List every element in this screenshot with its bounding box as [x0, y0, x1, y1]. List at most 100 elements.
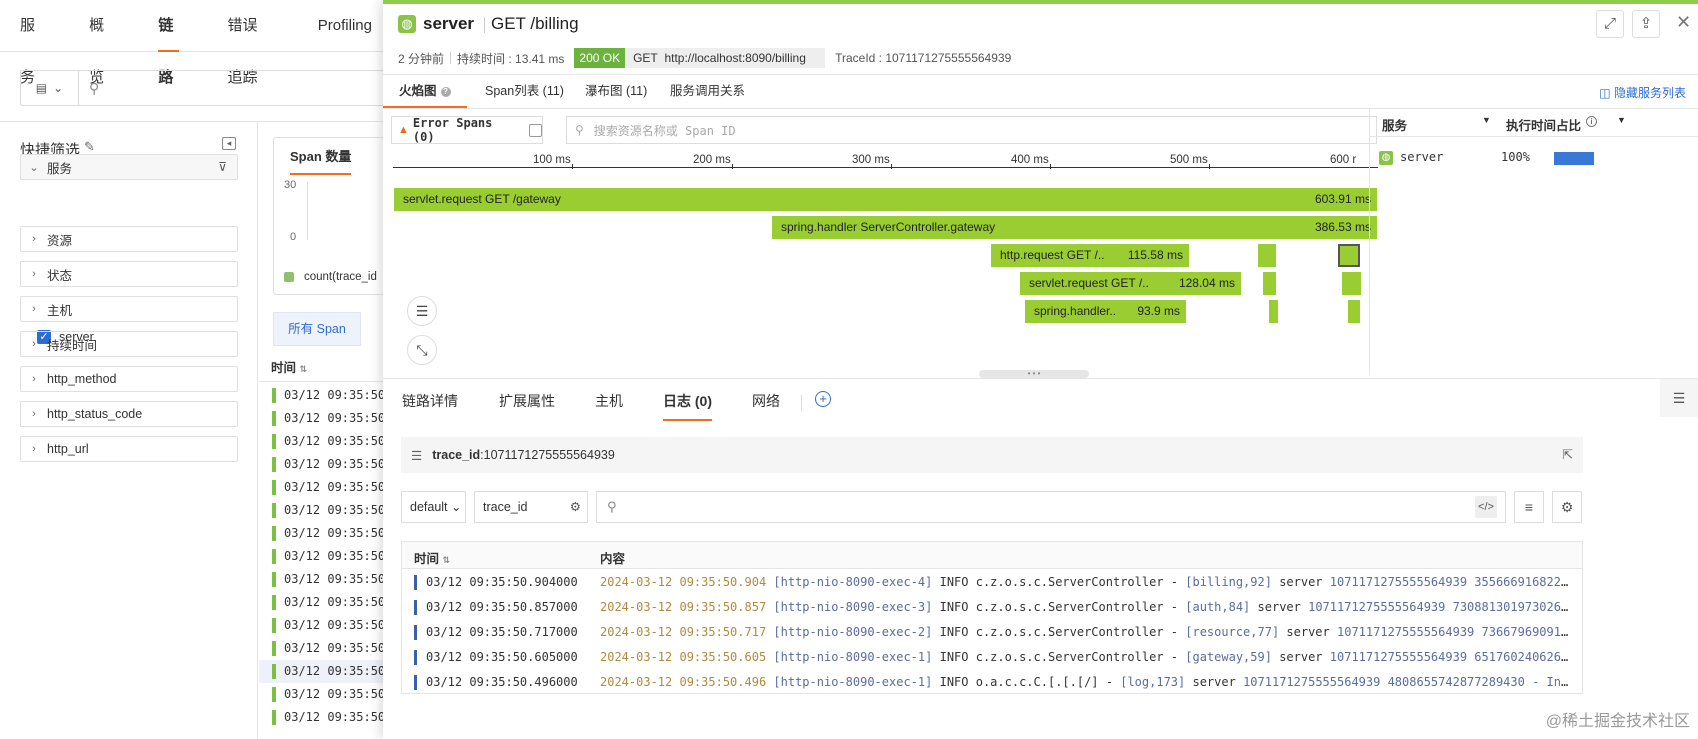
query-mode-select[interactable]: ▤ ⌄	[21, 71, 79, 105]
table-row[interactable]: 03/12 09:35:50	[259, 660, 400, 683]
col-time[interactable]: 时间 ⇅	[414, 548, 450, 567]
nav-profiling[interactable]: Profiling	[318, 0, 372, 52]
tab-waterfall[interactable]: 瀑布图 (11)	[585, 75, 647, 108]
fullscreen-button[interactable]: ⤢	[1596, 10, 1624, 38]
table-row[interactable]: 03/12 09:35:50	[259, 637, 400, 660]
tab-host[interactable]: 主机	[595, 391, 623, 419]
flame-span[interactable]: http.request GET /.. 115.58 ms	[991, 244, 1189, 267]
flame-span[interactable]: spring.handler.. 93.9 ms	[1025, 300, 1186, 323]
flame-span[interactable]: servlet.request GET /.. 128.04 ms	[1020, 272, 1241, 295]
table-row[interactable]: 03/12 09:35:50	[259, 476, 400, 499]
flame-span[interactable]	[1258, 244, 1276, 267]
flame-span[interactable]: servlet.request GET /gateway 603.91 ms	[394, 188, 1377, 211]
flame-span[interactable]	[1269, 300, 1278, 323]
log-content: 2024-03-12 09:35:50.496 [http-nio-8090-e…	[600, 670, 1570, 695]
row-marker	[414, 625, 417, 640]
dropdown-icon[interactable]: ▼	[1617, 115, 1626, 125]
facet-resource[interactable]: › 资源	[20, 226, 238, 252]
table-row[interactable]: 03/12 09:35:50	[259, 384, 400, 407]
log-field-select[interactable]: trace_id ⚙	[474, 491, 588, 523]
scale-tick: 500 ms	[1170, 154, 1210, 169]
open-external-icon[interactable]: ⇱	[1562, 447, 1573, 463]
tab-network[interactable]: 网络	[752, 391, 780, 419]
tab-span-count[interactable]: Span 数量	[290, 146, 352, 175]
flame-search-input[interactable]: ⚲ 搜索资源名称或 Span ID	[566, 116, 1377, 144]
row-time: 03/12 09:35:50	[284, 572, 386, 586]
flame-span[interactable]: spring.handler ServerController.gateway 3…	[772, 216, 1377, 239]
columns-button[interactable]: ≡	[1514, 491, 1544, 523]
table-row[interactable]: 03/12 09:35:50	[259, 706, 400, 729]
table-row[interactable]: 03/12 09:35:50	[259, 568, 400, 591]
log-index-select[interactable]: default ⌄	[401, 491, 466, 523]
table-header-time[interactable]: 时间 ⇅	[259, 354, 400, 382]
facet-service[interactable]: ⌄ 服务 ⊽	[20, 154, 238, 180]
resize-handle[interactable]: • • •	[979, 370, 1089, 378]
tab-trace-details[interactable]: 链路详情	[402, 391, 458, 419]
flame-span[interactable]	[1342, 272, 1361, 295]
table-row[interactable]: 03/12 09:35:50	[259, 430, 400, 453]
table-row[interactable]: 03/12 09:35:50	[259, 407, 400, 430]
log-row[interactable]: 03/12 09:35:50.904000 2024-03-12 09:35:50…	[402, 570, 1582, 595]
settings-button[interactable]: ⚙	[1552, 491, 1582, 523]
shrink-button[interactable]: ⤡	[407, 335, 437, 365]
log-search-input[interactable]: ⚲ </>	[596, 491, 1506, 523]
log-row[interactable]: 03/12 09:35:50.857000 2024-03-12 09:35:50…	[402, 595, 1582, 620]
flame-span-selected[interactable]	[1338, 244, 1360, 267]
code-icon[interactable]: </>	[1475, 496, 1497, 518]
menu-icon[interactable]: ☰	[1660, 379, 1698, 417]
table-row[interactable]: 03/12 09:35:50	[259, 453, 400, 476]
tab-logs[interactable]: 日志 (0)	[663, 391, 712, 421]
nav-traces[interactable]: 链路	[158, 0, 180, 86]
nav-overview[interactable]: 概览	[89, 0, 110, 86]
gear-icon[interactable]: ⚙	[570, 492, 581, 522]
dropdown-icon[interactable]: ▼	[1482, 115, 1491, 125]
status-line	[383, 0, 1698, 4]
info-icon[interactable]: i	[1586, 116, 1597, 127]
nav-error-tracking[interactable]: 错误追踪	[227, 0, 269, 86]
log-level: INFO c.z.o.s.c.ServerController -	[939, 625, 1179, 639]
service-row[interactable]: ◍ server 100%	[1370, 148, 1698, 168]
facet-host[interactable]: › 主机	[20, 296, 238, 322]
table-row[interactable]: 03/12 09:35:50	[259, 683, 400, 706]
tab-flamegraph[interactable]: 火焰图?	[383, 75, 467, 108]
clear-filter-icon[interactable]: ⊽	[218, 160, 227, 174]
add-tab-icon[interactable]: +	[815, 391, 831, 407]
tab-service-map[interactable]: 服务调用关系	[670, 75, 745, 108]
status-bar	[272, 641, 276, 656]
table-row[interactable]: 03/12 09:35:50	[259, 499, 400, 522]
facet-http-url[interactable]: › http_url	[20, 436, 238, 462]
log-row[interactable]: 03/12 09:35:50.717000 2024-03-12 09:35:50…	[402, 620, 1582, 645]
close-icon[interactable]: ✕	[1676, 12, 1691, 33]
error-spans-filter[interactable]: ▲ Error Spans (0)	[391, 116, 543, 144]
list-view-button[interactable]: ☰	[407, 296, 437, 326]
sort-icon[interactable]: ⇅	[300, 364, 308, 374]
table-row[interactable]: 03/12 09:35:50	[259, 614, 400, 637]
tab-span-list[interactable]: Span列表 (11)	[485, 75, 564, 108]
log-row[interactable]: 03/12 09:35:50.496000 2024-03-12 09:35:50…	[402, 670, 1582, 695]
facet-http-status-code[interactable]: › http_status_code	[20, 401, 238, 427]
table-row[interactable]: 03/12 09:35:50	[259, 545, 400, 568]
log-svc: server	[1279, 575, 1323, 589]
status-bar	[272, 595, 276, 610]
error-spans-checkbox[interactable]	[529, 123, 542, 137]
facet-status[interactable]: › 状态	[20, 261, 238, 287]
facet-http-method[interactable]: › http_method	[20, 366, 238, 392]
tab-extended-attrs[interactable]: 扩展属性	[499, 391, 555, 419]
tab-all-spans[interactable]: 所有 Span	[273, 312, 361, 346]
log-row[interactable]: 03/12 09:35:50.605000 2024-03-12 09:35:50…	[402, 645, 1582, 670]
hide-service-list-link[interactable]: ◫ 隐藏服务列表	[1599, 84, 1686, 101]
trace-id[interactable]: TraceId : 1071171275555564939	[835, 51, 1011, 65]
log-ids: 1071171275555564939 7366796909189520503 …	[1337, 625, 1570, 639]
flame-span[interactable]	[1348, 300, 1360, 323]
flame-span[interactable]	[1263, 272, 1276, 295]
table-row[interactable]: 03/12 09:35:50	[259, 591, 400, 614]
span-duration: 93.9 ms	[1137, 304, 1180, 318]
nav-services[interactable]: 服务	[20, 0, 41, 86]
facet-duration[interactable]: › 持续时间	[20, 331, 238, 357]
collapse-panel-icon[interactable]: ◂	[222, 137, 236, 150]
table-row[interactable]: 03/12 09:35:50	[259, 522, 400, 545]
edit-icon[interactable]: ✎	[84, 139, 95, 155]
share-button[interactable]: ⇪	[1632, 10, 1660, 38]
sort-icon[interactable]: ⇅	[443, 555, 451, 565]
help-icon[interactable]: ?	[440, 86, 451, 97]
